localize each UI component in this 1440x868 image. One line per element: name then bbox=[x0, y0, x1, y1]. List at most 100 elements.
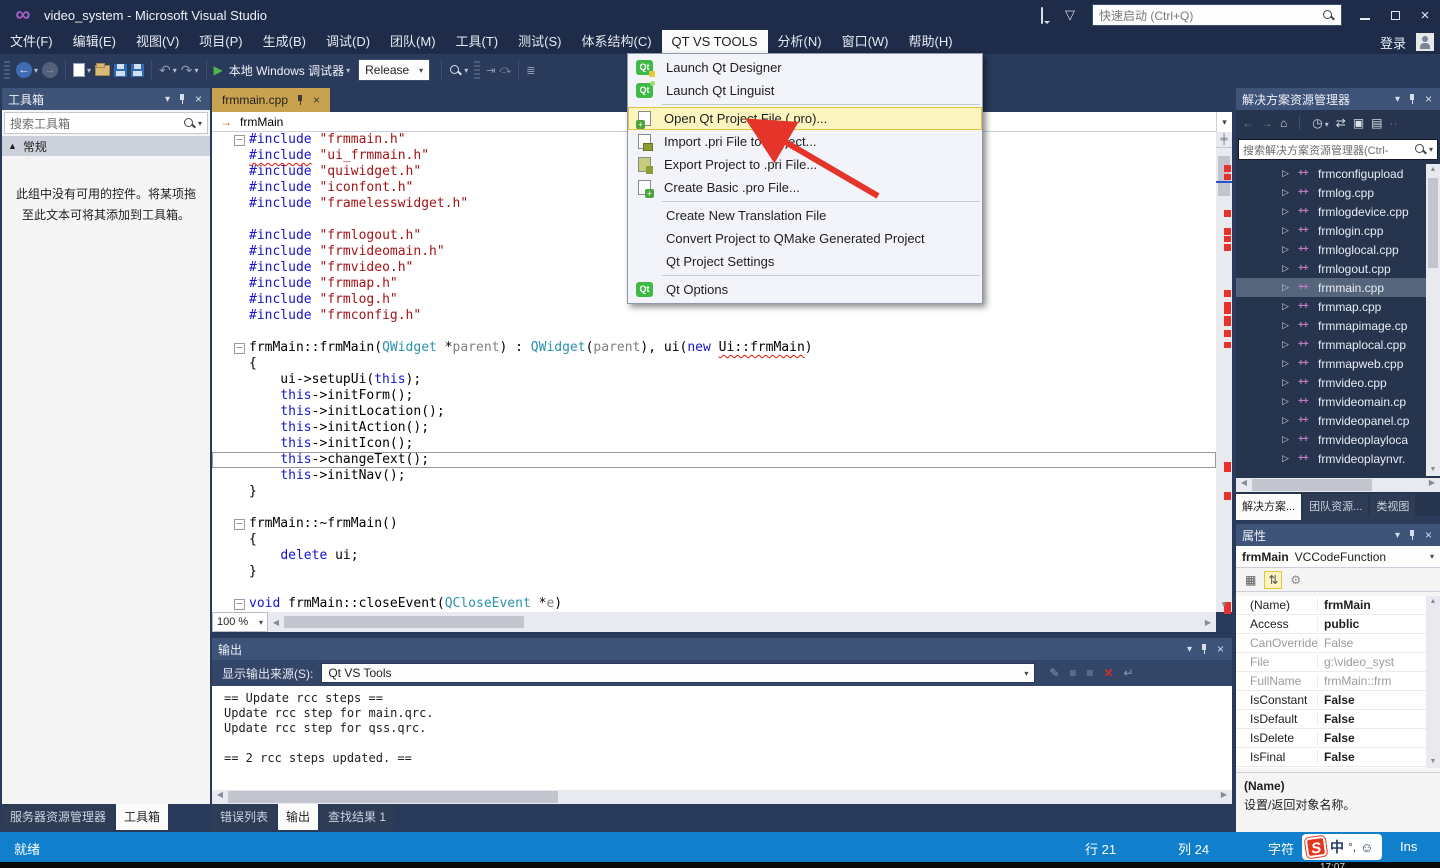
property-row[interactable]: IsConstantFalse bbox=[1236, 691, 1426, 710]
save-button[interactable] bbox=[114, 64, 127, 77]
properties-close-icon[interactable]: × bbox=[1425, 528, 1432, 542]
property-row[interactable]: Fileg:\video_syst bbox=[1236, 653, 1426, 672]
pin-icon[interactable] bbox=[1200, 643, 1209, 655]
code-line[interactable]: } bbox=[212, 564, 1216, 580]
tree-file-row[interactable]: ▷++frmvideomain.cp bbox=[1236, 392, 1426, 411]
toolbox-search-input[interactable]: 搜索工具箱 ▾ bbox=[4, 112, 208, 134]
code-line[interactable]: this->initForm(); bbox=[212, 388, 1216, 404]
tree-file-row[interactable]: ▷++frmlogdevice.cpp bbox=[1236, 202, 1426, 221]
fold-marker-icon[interactable]: – bbox=[234, 599, 245, 610]
scroll-left-icon[interactable]: ◀ bbox=[1236, 478, 1252, 492]
qt-menu-item[interactable]: Convert Project to QMake Generated Proje… bbox=[628, 227, 982, 250]
property-row[interactable]: IsDeleteFalse bbox=[1236, 729, 1426, 748]
tree-file-row[interactable]: ▷++frmmapweb.cpp bbox=[1236, 354, 1426, 373]
toolbox-menu-icon[interactable]: ▾ bbox=[165, 94, 170, 105]
pending-changes-filter-icon[interactable]: ◷▾ bbox=[1312, 116, 1329, 130]
pin-icon[interactable] bbox=[178, 93, 187, 105]
output-close-icon[interactable]: × bbox=[1217, 642, 1224, 656]
expander-icon[interactable]: ▷ bbox=[1282, 225, 1298, 236]
restore-button[interactable] bbox=[1380, 0, 1410, 30]
code-line[interactable] bbox=[212, 324, 1216, 340]
scroll-left-icon[interactable]: ◀ bbox=[268, 618, 284, 627]
word-wrap-icon[interactable]: ↵ bbox=[1124, 666, 1134, 680]
home-icon[interactable]: ⌂ bbox=[1280, 116, 1287, 130]
tree-file-row[interactable]: ▷++frmvideoplaynvr. bbox=[1236, 449, 1426, 468]
toolbar-grip-2[interactable] bbox=[474, 61, 480, 79]
panel-tab[interactable]: 服务器资源管理器 bbox=[2, 804, 114, 830]
tree-file-row[interactable]: ▷++frmlog.cpp bbox=[1236, 183, 1426, 202]
solution-close-icon[interactable]: × bbox=[1425, 92, 1432, 106]
tree-file-row[interactable]: ▷++frmloglocal.cpp bbox=[1236, 240, 1426, 259]
fold-marker-icon[interactable]: – bbox=[234, 343, 245, 354]
panel-tab[interactable]: 类视图 bbox=[1370, 494, 1415, 520]
tree-file-row[interactable]: ▷++frmlogin.cpp bbox=[1236, 221, 1426, 240]
menubar-item[interactable]: 窗口(W) bbox=[832, 30, 899, 54]
open-file-button[interactable] bbox=[95, 65, 110, 76]
feedback-icon[interactable] bbox=[1030, 8, 1054, 23]
expander-icon[interactable]: ▷ bbox=[1282, 453, 1298, 464]
properties-menu-icon[interactable]: ▾ bbox=[1395, 530, 1400, 541]
panel-tab[interactable]: 查找结果 1 bbox=[320, 804, 394, 830]
code-line[interactable]: this->changeText(); bbox=[212, 452, 1216, 468]
code-line[interactable]: } bbox=[212, 484, 1216, 500]
expander-icon[interactable]: ▷ bbox=[1282, 358, 1298, 369]
qt-menu-item[interactable]: Qt Project Settings bbox=[628, 250, 982, 273]
categorized-view-icon[interactable]: ▦ bbox=[1242, 572, 1259, 588]
next-message-icon[interactable]: ≡ bbox=[1086, 666, 1093, 680]
navigate-back-button[interactable]: ←▾ bbox=[16, 62, 38, 78]
scroll-down-icon[interactable]: ▼ bbox=[1426, 756, 1440, 768]
menubar-item[interactable]: QT VS TOOLS bbox=[662, 30, 768, 54]
step-over-button[interactable]: ⤼ bbox=[499, 64, 511, 77]
code-line[interactable]: this->initNav(); bbox=[212, 468, 1216, 484]
sync-with-active-document-icon[interactable]: ⇄ bbox=[1336, 116, 1346, 130]
code-line[interactable]: this->initLocation(); bbox=[212, 404, 1216, 420]
breadcrumb[interactable]: frmMain bbox=[240, 115, 283, 129]
quick-launch-input[interactable]: 快速启动 (Ctrl+Q) bbox=[1092, 4, 1342, 26]
menubar-item[interactable]: 编辑(E) bbox=[63, 30, 126, 54]
user-avatar[interactable] bbox=[1416, 33, 1434, 51]
code-line[interactable]: –frmMain::~frmMain() bbox=[212, 516, 1216, 532]
qt-menu-item[interactable]: Import .pri File to Project... bbox=[628, 130, 982, 153]
property-row[interactable]: CanOverrideFalse bbox=[1236, 634, 1426, 653]
tab-pin-icon[interactable] bbox=[296, 94, 305, 106]
output-content[interactable]: == Update rcc steps ==Update rcc step fo… bbox=[212, 686, 1232, 790]
expander-icon[interactable]: ▷ bbox=[1282, 206, 1298, 217]
navigate-forward-button[interactable]: → bbox=[42, 62, 58, 78]
tree-file-row[interactable]: ▷++frmmain.cpp bbox=[1236, 278, 1426, 297]
code-line[interactable]: { bbox=[212, 532, 1216, 548]
qt-menu-item[interactable]: QtQt Options bbox=[628, 278, 982, 301]
panel-tab[interactable]: 工具箱 bbox=[116, 804, 168, 830]
step-into-button[interactable]: ⇥ bbox=[486, 64, 495, 77]
panel-tab[interactable]: 团队资源... bbox=[1303, 494, 1368, 520]
menubar-item[interactable]: 视图(V) bbox=[126, 30, 189, 54]
menubar-item[interactable]: 工具(T) bbox=[446, 30, 509, 54]
pin-icon[interactable] bbox=[1408, 529, 1417, 541]
tree-file-row[interactable]: ▷++frmvideoplayloca bbox=[1236, 430, 1426, 449]
scroll-left-icon[interactable]: ◀ bbox=[212, 790, 228, 804]
redo-button[interactable]: ↷▾ bbox=[181, 62, 199, 79]
clear-all-icon[interactable]: ✕ bbox=[1103, 666, 1113, 680]
property-row[interactable]: FullNamefrmMain::frm bbox=[1236, 672, 1426, 691]
tree-file-row[interactable]: ▷++frmmapimage.cp bbox=[1236, 316, 1426, 335]
panel-tab[interactable]: 输出 bbox=[278, 804, 318, 830]
show-all-files-icon[interactable]: ▤ bbox=[1371, 116, 1382, 130]
qt-menu-item[interactable]: QtLaunch Qt Linguist bbox=[628, 79, 982, 102]
scroll-right-icon[interactable]: ▶ bbox=[1424, 478, 1440, 492]
ime-emoji-icon[interactable]: ☺ bbox=[1360, 840, 1373, 855]
menubar-item[interactable]: 体系结构(C) bbox=[571, 30, 661, 54]
start-debug-button[interactable]: ▶ 本地 Windows 调试器 ▾ bbox=[214, 62, 351, 79]
properties-scrollbar[interactable]: ▲ ▼ bbox=[1426, 596, 1440, 768]
menubar-item[interactable]: 调试(D) bbox=[316, 30, 380, 54]
back-icon[interactable]: ← bbox=[1242, 116, 1254, 130]
panel-tab[interactable]: 错误列表 bbox=[212, 804, 276, 830]
expander-icon[interactable]: ▷ bbox=[1282, 377, 1298, 388]
expander-icon[interactable]: ▷ bbox=[1282, 282, 1298, 293]
property-row[interactable]: Accesspublic bbox=[1236, 615, 1426, 634]
undo-button[interactable]: ↶▾ bbox=[159, 62, 177, 79]
output-source-dropdown[interactable]: Qt VS Tools ▾ bbox=[321, 663, 1035, 683]
fold-marker-icon[interactable]: – bbox=[234, 519, 245, 530]
editor-tab-frmmain[interactable]: frmmain.cpp × bbox=[212, 88, 330, 112]
properties-object-dropdown[interactable]: frmMain VCCodeFunction ▾ bbox=[1236, 546, 1440, 568]
list-members-button[interactable]: ≣ bbox=[526, 64, 535, 77]
output-menu-icon[interactable]: ▾ bbox=[1187, 644, 1192, 655]
